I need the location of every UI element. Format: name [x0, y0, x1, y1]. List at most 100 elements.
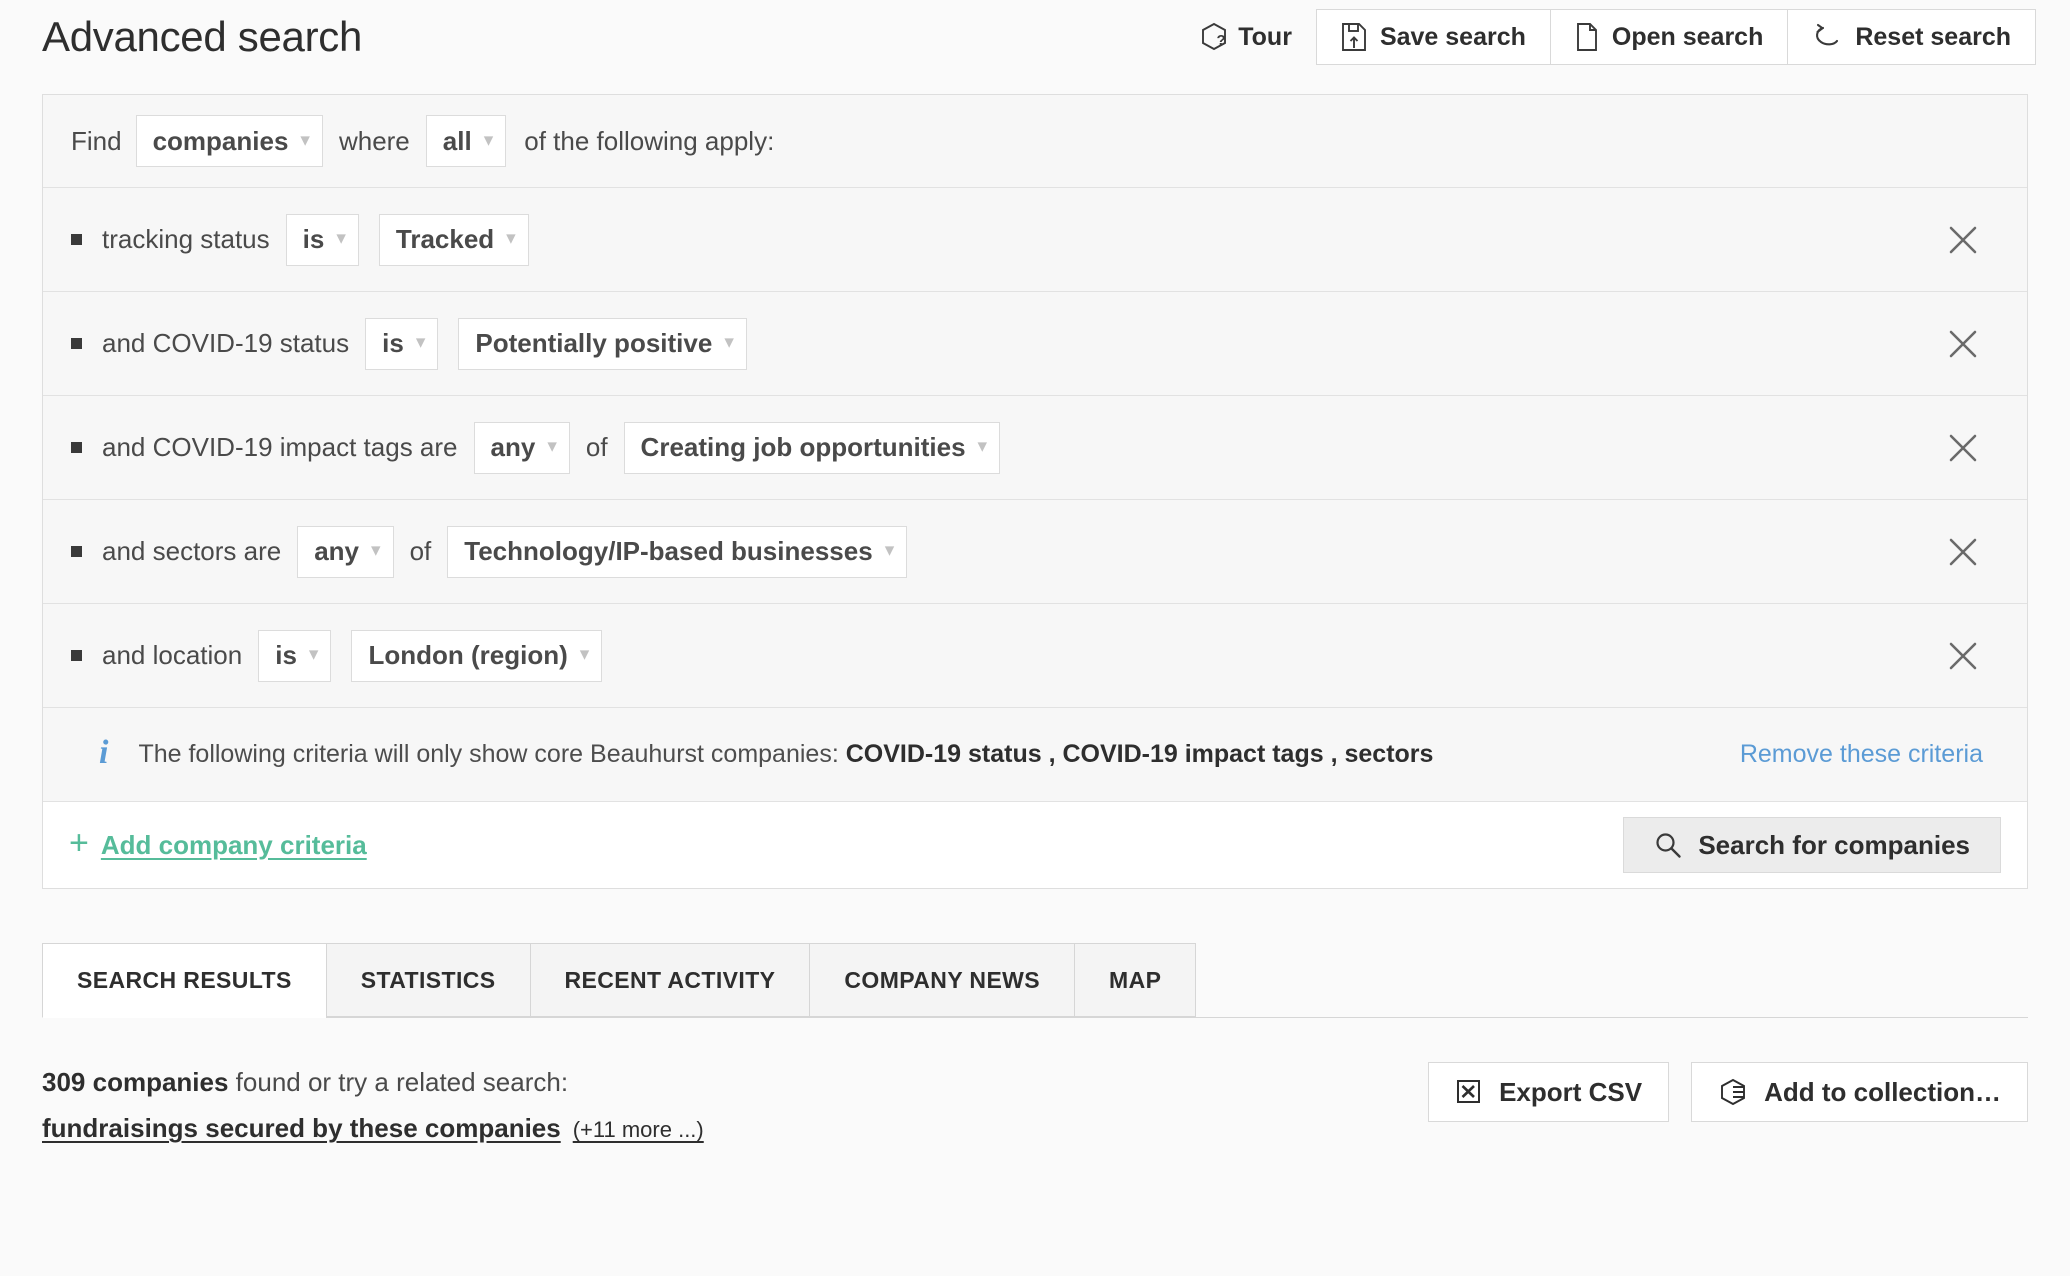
chevron-down-icon: ▾ [579, 644, 590, 665]
remove-criterion-button[interactable] [1943, 532, 1983, 572]
results-count-line: 309 companies found or try a related sea… [42, 1062, 704, 1102]
add-company-criteria-label: Add company criteria [100, 829, 367, 860]
add-company-criteria-link[interactable]: + Add company criteria [69, 826, 367, 862]
open-search-label: Open search [1611, 22, 1764, 51]
tour-button[interactable]: ? Tour [1200, 22, 1316, 52]
add-to-collection-button[interactable]: Add to collection… [1691, 1062, 2028, 1122]
criterion-label: and sectors are [102, 536, 282, 566]
bullet-icon [71, 650, 82, 661]
criterion-value-select[interactable]: Technology/IP-based businesses ▾ [447, 525, 908, 578]
criterion-value: Creating job opportunities [640, 432, 966, 462]
search-for-companies-button[interactable]: Search for companies [1623, 817, 2001, 873]
remove-criterion-button[interactable] [1943, 428, 1983, 468]
criterion-operator-value: any [314, 536, 360, 566]
bullet-icon [71, 442, 82, 453]
criterion-label: tracking status [102, 224, 270, 254]
entity-type-select[interactable]: companies ▾ [135, 115, 323, 167]
criterion-value: Potentially positive [475, 328, 713, 358]
entity-type-value: companies [152, 125, 289, 156]
remove-criterion-button[interactable] [1943, 636, 1983, 676]
notice-fields: COVID-19 status , COVID-19 impact tags ,… [845, 740, 1434, 768]
find-row: Find companies ▾ where all ▾ of the foll… [43, 95, 2027, 188]
notice-lead: The following criteria will only show co… [138, 740, 839, 768]
criterion-of-label: of [409, 536, 432, 566]
find-middle-label: where [338, 125, 410, 156]
chevron-down-icon: ▾ [300, 129, 310, 151]
criterion-row: and COVID-19 status is ▾ Potentially pos… [43, 292, 2027, 396]
chevron-down-icon: ▾ [371, 540, 381, 561]
criterion-operator-select[interactable]: any ▾ [297, 525, 394, 578]
close-icon [1946, 431, 1980, 465]
criterion-row: and location is ▾ London (region) ▾ [43, 604, 2027, 708]
tour-label: Tour [1238, 22, 1292, 51]
export-csv-button[interactable]: Export CSV [1428, 1062, 1670, 1122]
results-found-label: found or try a related search: [235, 1067, 569, 1097]
results-summary-text: 309 companies found or try a related sea… [42, 1062, 704, 1149]
criterion-value-select[interactable]: Creating job opportunities ▾ [623, 421, 1001, 474]
query-builder-panel: Find companies ▾ where all ▾ of the foll… [42, 94, 2028, 889]
reset-search-button[interactable]: Reset search [1788, 10, 2035, 64]
find-suffix-label: of the following apply: [524, 125, 775, 156]
svg-text:?: ? [1217, 32, 1226, 49]
related-search-line: fundraisings secured by these companies … [42, 1108, 704, 1148]
chevron-down-icon: ▾ [415, 332, 426, 353]
results-tabs: SEARCH RESULTS STATISTICS RECENT ACTIVIT… [42, 943, 2028, 1018]
open-search-button[interactable]: Open search [1550, 10, 1789, 64]
criterion-label: and COVID-19 impact tags are [102, 432, 458, 462]
info-icon: i [99, 733, 109, 771]
chevron-down-icon: ▾ [336, 228, 346, 249]
criterion-label: and COVID-19 status [102, 328, 350, 358]
tab-statistics[interactable]: STATISTICS [325, 943, 530, 1017]
reset-search-label: Reset search [1855, 22, 2011, 51]
bullet-icon [71, 234, 82, 245]
search-icon [1654, 831, 1682, 859]
tab-recent-activity[interactable]: RECENT ACTIVITY [529, 943, 810, 1017]
chevron-down-icon: ▾ [977, 436, 988, 457]
criterion-operator-value: is [302, 224, 325, 254]
more-related-searches-link[interactable]: (+11 more ...) [573, 1113, 704, 1147]
criterion-row: and COVID-19 impact tags are any ▾ of Cr… [43, 396, 2027, 500]
criterion-operator-value: is [382, 328, 404, 358]
tab-search-results[interactable]: SEARCH RESULTS [42, 943, 326, 1018]
chevron-down-icon: ▾ [483, 129, 494, 151]
related-search-link[interactable]: fundraisings secured by these companies [42, 1108, 561, 1148]
results-summary-bar: 309 companies found or try a related sea… [42, 1062, 2028, 1149]
hexagon-question-icon: ? [1200, 22, 1228, 52]
save-document-icon [1341, 22, 1367, 52]
save-search-label: Save search [1379, 22, 1526, 51]
export-csv-icon [1455, 1078, 1483, 1106]
header-actions: ? Tour Save search Open search Reset sea… [1200, 9, 2036, 65]
core-companies-notice: i The following criteria will only show … [43, 708, 2027, 802]
criterion-value-select[interactable]: London (region) ▾ [351, 629, 603, 682]
chevron-down-icon: ▾ [308, 644, 319, 665]
criterion-value: Technology/IP-based businesses [464, 536, 873, 566]
find-prefix-label: Find [71, 125, 122, 156]
criterion-operator-select[interactable]: any ▾ [473, 421, 570, 474]
match-type-select[interactable]: all ▾ [425, 115, 507, 167]
query-action-row: + Add company criteria Search for compan… [43, 802, 2027, 888]
search-for-companies-label: Search for companies [1698, 829, 1970, 860]
save-search-button[interactable]: Save search [1316, 10, 1551, 64]
criterion-operator-value: is [275, 640, 297, 670]
export-csv-label: Export CSV [1499, 1076, 1643, 1107]
tab-company-news[interactable]: COMPANY NEWS [809, 943, 1075, 1017]
remove-criterion-button[interactable] [1943, 220, 1983, 260]
tab-map[interactable]: MAP [1074, 943, 1197, 1017]
criterion-operator-select[interactable]: is ▾ [285, 213, 359, 266]
criterion-label: and location [102, 640, 243, 670]
criterion-value-select[interactable]: Tracked ▾ [378, 213, 529, 266]
criterion-operator-select[interactable]: is ▾ [365, 317, 439, 370]
criterion-of-label: of [585, 432, 608, 462]
close-icon [1946, 223, 1980, 257]
undo-arrow-icon [1812, 22, 1842, 52]
results-count: 309 companies [42, 1067, 229, 1097]
remove-these-criteria-link[interactable]: Remove these criteria [1740, 740, 1983, 769]
file-icon [1575, 22, 1599, 52]
close-icon [1946, 535, 1980, 569]
criterion-operator-select[interactable]: is ▾ [258, 629, 332, 682]
bullet-icon [71, 338, 82, 349]
chevron-down-icon: ▾ [724, 332, 734, 353]
criterion-value-select[interactable]: Potentially positive ▾ [458, 317, 747, 370]
remove-criterion-button[interactable] [1943, 324, 1983, 364]
close-icon [1946, 639, 1980, 673]
